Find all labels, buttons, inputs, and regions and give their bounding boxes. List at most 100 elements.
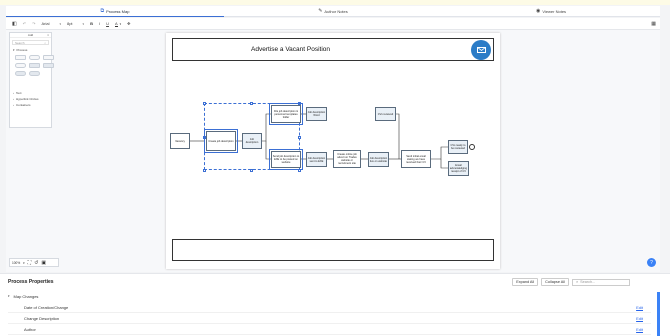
expand-all-button[interactable]: Expand All xyxy=(512,278,539,286)
node-create-online-job-advert[interactable]: Create online job advert on Trades websi… xyxy=(333,150,361,168)
font-size-value: 8pt xyxy=(66,21,73,26)
edit-link[interactable]: Edit xyxy=(636,327,643,332)
shape-ellipse[interactable] xyxy=(15,63,26,68)
tab-viewer-notes[interactable]: ◉ Viewer Notes xyxy=(442,6,660,16)
shapes-panel-header: Add × xyxy=(10,33,51,38)
shape-diamond[interactable] xyxy=(29,55,40,60)
property-row: Date of Creation/Change Edit xyxy=(8,303,651,313)
pencil-icon: ✎ xyxy=(318,8,323,14)
chevron-right-icon: › xyxy=(13,103,14,107)
help-icon[interactable]: ? xyxy=(647,258,656,267)
close-icon[interactable]: × xyxy=(47,33,49,37)
fit-screen-icon[interactable]: ⛶ xyxy=(28,260,32,266)
diagram-workarea: Add × Search ⌕ ▾ Process › Text › Hyperlink… xyxy=(6,30,660,272)
format-panel-icon[interactable]: ▦ xyxy=(651,21,656,27)
diagram-canvas[interactable]: Advertise a Vacant Position Vacancy Crea… xyxy=(166,33,500,269)
notification-strip xyxy=(0,0,670,5)
move-icon[interactable]: ✥ xyxy=(127,21,130,26)
shape-terminator[interactable] xyxy=(15,71,26,76)
font-family-value: Arial xyxy=(41,21,50,26)
properties-scrollbar[interactable] xyxy=(657,292,660,336)
font-color-button[interactable]: A xyxy=(114,20,118,27)
selection-handle[interactable] xyxy=(250,169,253,172)
node-cvs-ready[interactable]: CVs ready to be reviewed xyxy=(448,140,468,154)
node-job-description-word[interactable]: Job description Word xyxy=(306,107,327,121)
shape-rectangle[interactable] xyxy=(15,55,26,60)
properties-actions: Expand All Collapse All ⌕ Search... xyxy=(512,278,630,286)
font-color-label: A xyxy=(114,20,118,26)
property-label: Author xyxy=(24,327,36,332)
minimap-icon[interactable]: ▣ xyxy=(41,260,46,266)
search-placeholder: Search xyxy=(15,40,25,45)
node-create-job-description[interactable]: Create job description xyxy=(204,129,238,153)
selection-handle[interactable] xyxy=(203,102,206,105)
tab-author-notes[interactable]: ✎ Author Notes xyxy=(224,6,442,16)
tab-label: Viewer Notes xyxy=(542,8,567,14)
selection-handle[interactable] xyxy=(298,169,301,172)
process-properties-panel: Process Properties Expand All Collapse A… xyxy=(0,273,670,336)
process-map-icon: ⧉ xyxy=(100,8,105,14)
shape-cylinder[interactable] xyxy=(43,63,54,68)
section-containers[interactable]: › Containers xyxy=(10,102,51,108)
bold-button[interactable]: B xyxy=(90,21,93,26)
edit-link[interactable]: Edit xyxy=(636,305,643,310)
chevron-down-icon: ▾ xyxy=(82,21,85,26)
shape-document[interactable] xyxy=(29,63,40,68)
font-family-select[interactable]: Arial ▾ xyxy=(41,21,61,26)
shape-parallelogram[interactable] xyxy=(43,55,54,60)
underline-button[interactable]: U xyxy=(106,21,109,26)
section-label: Containers xyxy=(16,103,31,107)
group-map-changes[interactable]: ▾ Map Changes xyxy=(8,294,38,299)
node-vacancy[interactable]: Vacancy xyxy=(170,133,190,149)
node-job-description-sent[interactable]: Job description sent to EXE xyxy=(306,152,327,167)
chevron-down-icon: ▾ xyxy=(59,21,61,26)
search-icon: ⌕ xyxy=(576,280,579,284)
group-label: Map Changes xyxy=(13,294,39,299)
selection-handle[interactable] xyxy=(250,102,253,105)
zoom-controls: 100% ▾ ⛶ ↺ ▣ xyxy=(9,258,59,267)
redo-icon[interactable]: ↷ xyxy=(32,21,35,26)
collapse-all-button[interactable]: Collapse All xyxy=(541,278,569,286)
search-icon: ⌕ xyxy=(44,40,46,45)
node-send-job-description[interactable]: Send job description to EXE to be posted… xyxy=(269,149,303,170)
node-send-initial-email[interactable]: Send initial email stating we have recei… xyxy=(401,150,431,168)
zoom-level[interactable]: 100% xyxy=(12,261,20,265)
property-label: Change Description xyxy=(24,316,60,321)
section-label: Text xyxy=(16,91,22,95)
tab-label: Process Map xyxy=(106,8,130,14)
selection-handle[interactable] xyxy=(203,169,206,172)
chevron-down-icon: ▾ xyxy=(8,294,10,298)
chevron-down-icon[interactable]: ▾ xyxy=(120,22,122,26)
chevron-right-icon: › xyxy=(13,91,14,95)
node-job-description[interactable]: Job description xyxy=(242,133,262,149)
tab-process-map[interactable]: ⧉ Process Map xyxy=(6,6,224,17)
node-file-job-description[interactable]: File job description & personnel templat… xyxy=(269,103,303,125)
shape-cloud[interactable] xyxy=(29,71,40,76)
reset-view-icon[interactable]: ↺ xyxy=(34,260,38,266)
undo-icon[interactable]: ↶ xyxy=(23,21,26,26)
node-email-acknowledging[interactable]: Email acknowledging receipt of CV xyxy=(448,161,469,176)
properties-title: Process Properties xyxy=(8,279,54,285)
sidebar-toggle-icon[interactable]: ◧ xyxy=(12,21,17,27)
edit-link[interactable]: Edit xyxy=(636,316,643,321)
node-job-description-live[interactable]: Job description live on website xyxy=(368,152,389,167)
end-event-icon[interactable] xyxy=(469,144,475,150)
chevron-down-icon[interactable]: ▾ xyxy=(23,261,25,265)
font-size-select[interactable]: 8pt ▾ xyxy=(67,21,84,26)
selection-handle[interactable] xyxy=(298,136,301,139)
italic-button[interactable]: I xyxy=(99,21,100,26)
eye-icon: ◉ xyxy=(535,8,541,14)
section-label: Hyperlink Circles xyxy=(16,97,39,101)
shapes-panel-title: Add xyxy=(27,33,34,37)
format-toolbar: ◧ ↶ ↷ Arial ▾ 8pt ▾ B I U A ▾ ✥ ▦ xyxy=(6,18,660,30)
tab-label: Author Notes xyxy=(324,8,348,14)
footer-container[interactable] xyxy=(172,239,494,261)
shapes-search-input[interactable]: Search ⌕ xyxy=(12,40,49,45)
property-label: Date of Creation/Change xyxy=(24,305,69,310)
node-cvs-received[interactable]: CVs received xyxy=(375,107,396,121)
property-row: Author Edit xyxy=(8,325,651,335)
properties-search-input[interactable]: ⌕ Search... xyxy=(572,278,630,286)
chevron-right-icon: › xyxy=(13,97,14,101)
chevron-down-icon: ▾ xyxy=(13,48,15,52)
